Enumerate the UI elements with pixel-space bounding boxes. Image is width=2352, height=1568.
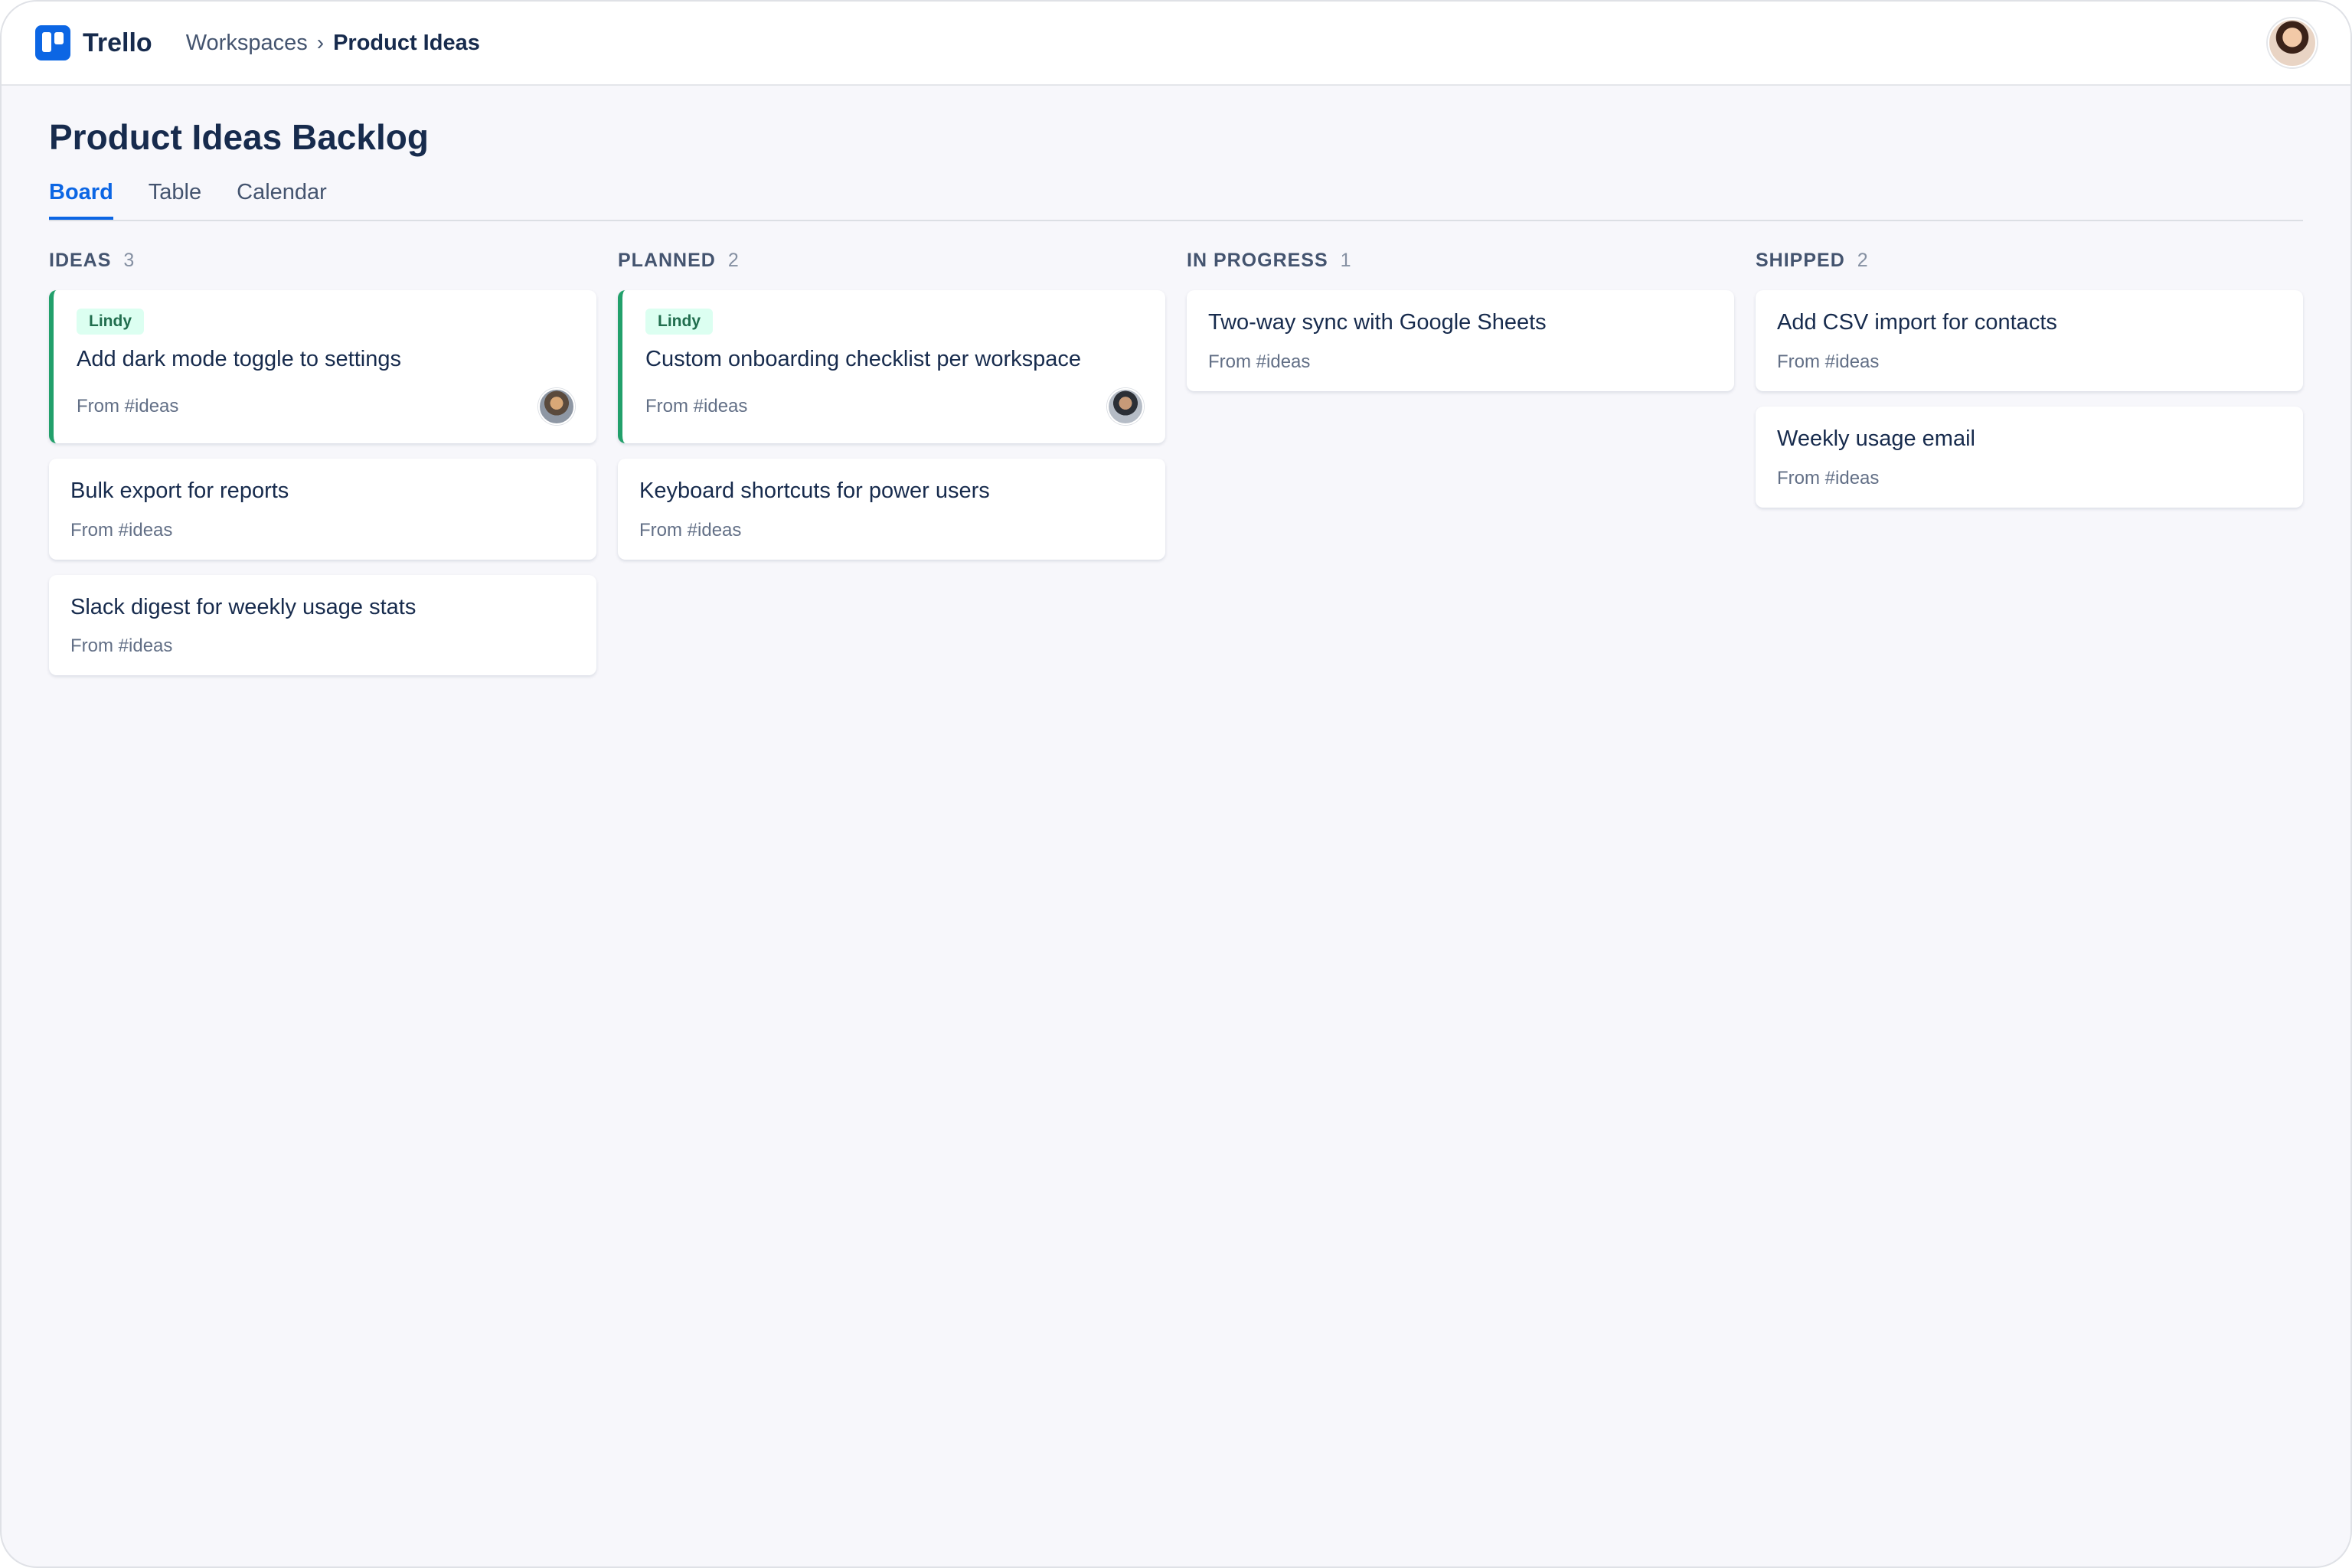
card-title: Bulk export for reports	[70, 478, 289, 503]
column-count: 1	[1340, 249, 1352, 271]
column-title: IN PROGRESS	[1187, 249, 1328, 271]
card[interactable]: Two-way sync with Google Sheets From #id…	[1187, 290, 1734, 391]
column-shipped: SHIPPED 2 Add CSV import for contacts Fr…	[1756, 247, 2303, 675]
column-count: 2	[1857, 249, 1869, 271]
card-source: From #ideas	[70, 519, 173, 541]
card-list: Add CSV import for contacts From #ideas …	[1756, 290, 2303, 508]
card[interactable]: Keyboard shortcuts for power users From …	[618, 458, 1165, 560]
main-content: Product Ideas Backlog Board Table Calend…	[2, 116, 2350, 676]
tab-table[interactable]: Table	[149, 174, 201, 220]
column-title: SHIPPED	[1756, 249, 1845, 271]
card-source: From #ideas	[645, 395, 748, 416]
column-title: IDEAS	[49, 249, 112, 271]
card-title: Two-way sync with Google Sheets	[1208, 310, 1547, 335]
card-title: Add dark mode toggle to settings	[77, 347, 401, 372]
column-header: IDEAS 3	[49, 247, 596, 273]
card-title: Weekly usage email	[1777, 426, 1975, 451]
card-title: Keyboard shortcuts for power users	[639, 478, 990, 503]
card-label: Lindy	[77, 309, 144, 335]
card-source: From #ideas	[1777, 467, 1880, 488]
column-count: 3	[123, 249, 136, 271]
card-source: From #ideas	[1208, 351, 1311, 372]
card-meta: From #ideas	[639, 520, 1144, 541]
card[interactable]: Lindy Custom onboarding checklist per wo…	[618, 290, 1165, 443]
card-source: From #ideas	[639, 519, 742, 541]
page-title: Product Ideas Backlog	[49, 117, 429, 157]
card[interactable]: Weekly usage email From #ideas	[1756, 406, 2303, 508]
card-meta: From #ideas	[1777, 468, 2282, 489]
card-meta: From #ideas	[70, 520, 575, 541]
column-in-progress: IN PROGRESS 1 Two-way sync with Google S…	[1187, 247, 1734, 675]
card-source: From #ideas	[77, 395, 179, 416]
user-avatar[interactable]	[2268, 18, 2317, 67]
column-ideas: IDEAS 3 Lindy Add dark mode toggle to se…	[49, 247, 596, 676]
card[interactable]: Slack digest for weekly usage stats From…	[49, 574, 596, 676]
column-header: SHIPPED 2	[1756, 247, 2303, 273]
card[interactable]: Add CSV import for contacts From #ideas	[1756, 290, 2303, 391]
card-label: Lindy	[645, 309, 713, 335]
column-count: 2	[727, 249, 740, 271]
top-bar: Trello Workspaces › Product Ideas	[2, 2, 2350, 86]
card-meta: From #ideas	[77, 387, 575, 425]
member-avatar[interactable]	[1107, 387, 1144, 425]
card[interactable]: Lindy Add dark mode toggle to settings F…	[49, 290, 596, 443]
breadcrumb-workspaces[interactable]: Workspaces	[186, 31, 308, 56]
card-title: Slack digest for weekly usage stats	[70, 594, 416, 619]
trello-logo-icon	[35, 25, 70, 60]
column-header: PLANNED 2	[618, 247, 1165, 273]
tab-calendar[interactable]: Calendar	[237, 174, 327, 220]
card-title: Add CSV import for contacts	[1777, 310, 2057, 335]
card-title: Custom onboarding checklist per workspac…	[645, 347, 1081, 372]
tab-board[interactable]: Board	[49, 174, 113, 220]
chevron-right-icon: ›	[316, 31, 325, 54]
card-meta: From #ideas	[645, 387, 1144, 425]
breadcrumb-current[interactable]: Product Ideas	[333, 31, 480, 56]
card-source: From #ideas	[70, 635, 173, 657]
card-list: Two-way sync with Google Sheets From #id…	[1187, 290, 1734, 391]
app-logo[interactable]: Trello	[35, 25, 152, 60]
card-list: Lindy Add dark mode toggle to settings F…	[49, 290, 596, 676]
breadcrumb: Workspaces › Product Ideas	[186, 31, 480, 56]
board: IDEAS 3 Lindy Add dark mode toggle to se…	[49, 247, 2303, 676]
card-meta: From #ideas	[1208, 351, 1713, 373]
card-list: Lindy Custom onboarding checklist per wo…	[618, 290, 1165, 560]
column-planned: PLANNED 2 Lindy Custom onboarding checkl…	[618, 247, 1165, 675]
card-source: From #ideas	[1777, 351, 1880, 372]
member-avatar[interactable]	[538, 387, 575, 425]
column-header: IN PROGRESS 1	[1187, 247, 1734, 273]
column-title: PLANNED	[618, 249, 716, 271]
view-tabs: Board Table Calendar	[49, 174, 2303, 222]
app-window: Trello Workspaces › Product Ideas Produc…	[0, 0, 2352, 1568]
card-meta: From #ideas	[1777, 351, 2282, 373]
card-meta: From #ideas	[70, 635, 575, 657]
app-name: Trello	[83, 28, 152, 57]
card[interactable]: Bulk export for reports From #ideas	[49, 458, 596, 560]
